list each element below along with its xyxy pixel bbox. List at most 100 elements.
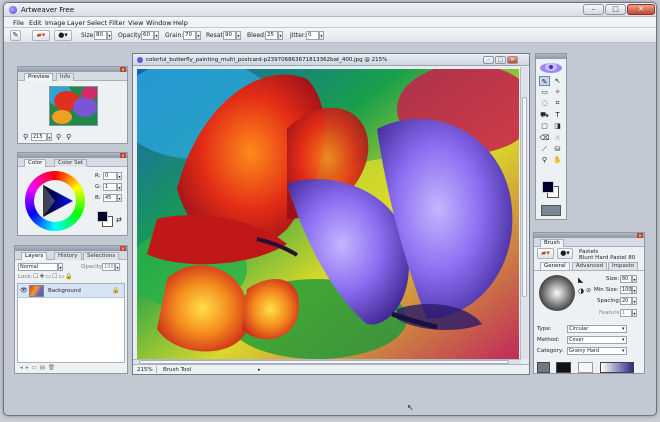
tab-layers[interactable]: Layers	[21, 252, 48, 260]
gradient-tool-icon[interactable]: ◨	[552, 121, 563, 131]
lasso-icon[interactable]: ◌	[539, 98, 550, 108]
tab-selections[interactable]: Selections	[83, 252, 120, 260]
bleed-input[interactable]: 25	[265, 31, 278, 40]
color-preview-swatch[interactable]	[556, 362, 571, 373]
method-dropdown-icon[interactable]: ▾	[622, 337, 625, 343]
menu-help[interactable]: Help	[173, 19, 188, 27]
status-menu-arrow-icon[interactable]: ▸	[258, 367, 261, 373]
brush-size-input[interactable]: 80	[620, 275, 632, 283]
blend-mode-dropdown-icon[interactable]: ▾	[58, 263, 63, 271]
move-tool-icon[interactable]: ↖	[552, 76, 563, 86]
tab-info[interactable]: Info	[56, 73, 75, 81]
preview-zoom-spinner[interactable]: ▾	[47, 133, 52, 141]
blend-mode-select[interactable]: Normal	[18, 263, 58, 271]
title-bar[interactable]: Artweaver Free – □ ✕	[4, 3, 656, 17]
jitter-spinner[interactable]: ▾	[319, 31, 324, 40]
minimize-button[interactable]: –	[583, 4, 604, 15]
category-select[interactable]: Grainy Hard	[567, 347, 627, 355]
brush-circle-icon[interactable]: ◑	[578, 287, 584, 295]
category-dropdown-icon[interactable]: ▾	[622, 348, 625, 354]
feature-input[interactable]: 1	[620, 309, 632, 317]
menu-image[interactable]: Image	[45, 19, 65, 27]
document-title-bar[interactable]: colorful_butterfly_painting_multi_postca…	[133, 54, 529, 66]
text-tool-icon[interactable]: T	[552, 110, 563, 120]
smudge-icon[interactable]: ☝	[552, 133, 563, 143]
quick-mask-icon[interactable]	[541, 205, 561, 216]
magic-wand-icon[interactable]: ✧	[552, 87, 563, 97]
preview-zoom-input[interactable]: 215	[31, 133, 47, 141]
brush-shape-icon[interactable]: ◣	[578, 276, 583, 284]
menu-window[interactable]: Window	[146, 19, 172, 27]
brush-tool-icon[interactable]: ✎	[539, 76, 550, 86]
b-input[interactable]: 45	[103, 194, 117, 202]
lock-options-icons[interactable]: ☐✚▭☐▭🔒	[33, 273, 74, 280]
r-spinner[interactable]: ▾	[117, 172, 122, 180]
grain-input[interactable]: 70	[183, 31, 196, 40]
layer-opacity-spinner[interactable]: ▾	[115, 263, 120, 271]
size-spinner[interactable]: ▾	[107, 31, 112, 40]
tab-preview[interactable]: Preview	[24, 73, 54, 81]
tab-history[interactable]: History	[54, 252, 82, 260]
tab-brush[interactable]: Brush	[540, 239, 564, 247]
eyedropper-icon[interactable]: ⟋	[539, 144, 550, 154]
menu-file[interactable]: File	[13, 19, 24, 27]
menu-select[interactable]: Select	[87, 19, 107, 27]
zoom-tool-icon[interactable]: ⚲	[539, 155, 550, 165]
feature-spinner[interactable]: ▾	[632, 309, 637, 317]
zoom-fit-icon[interactable]: ⚲	[66, 133, 71, 141]
shape-tool-icon[interactable]: ▢	[539, 121, 550, 131]
grain-spinner[interactable]: ▾	[196, 31, 201, 40]
tab-color-set[interactable]: Color Set	[54, 159, 88, 167]
rectangle-select-icon[interactable]: ▭	[539, 87, 550, 97]
brush-shape-picker[interactable]: ●▾	[54, 30, 72, 41]
panel-grip[interactable]	[536, 54, 566, 59]
tab-advanced[interactable]: Advanced	[572, 262, 608, 270]
tools-foreground-swatch[interactable]	[542, 181, 554, 193]
g-spinner[interactable]: ▾	[117, 183, 122, 191]
brush-variant-picker[interactable]: ●▾	[557, 248, 573, 259]
eraser-icon[interactable]: ⌫	[539, 133, 550, 143]
brush-category-picker[interactable]: ▰▾	[537, 248, 554, 259]
opacity-input[interactable]: 60	[141, 31, 154, 40]
maximize-button[interactable]: □	[605, 4, 626, 15]
menu-filter[interactable]: Filter	[109, 19, 125, 27]
bleed-spinner[interactable]: ▾	[278, 31, 283, 40]
document-close-button[interactable]: ✕	[507, 56, 518, 64]
min-size-spinner[interactable]: ▾	[632, 286, 637, 294]
g-input[interactable]: 1	[103, 183, 117, 191]
brush-link-icon[interactable]: ⊘	[586, 287, 591, 294]
tab-general[interactable]: General	[540, 262, 570, 270]
brush-tool-icon[interactable]: ✎	[10, 30, 21, 41]
layer-row[interactable]: 👁 Background 🔒	[18, 284, 124, 298]
brush-preset-picker[interactable]: ▰▾	[32, 30, 50, 41]
gradient-swatch[interactable]	[600, 362, 634, 373]
opacity-spinner[interactable]: ▾	[154, 31, 159, 40]
layer-opacity-input[interactable]: 100	[102, 263, 115, 271]
vertical-scrollbar[interactable]	[520, 67, 528, 359]
jitter-input[interactable]: 0	[306, 31, 319, 40]
pattern-swatch[interactable]	[578, 362, 593, 373]
resat-input[interactable]: 90	[223, 31, 236, 40]
method-select[interactable]: Cover	[567, 336, 627, 344]
foreground-color-swatch[interactable]	[97, 211, 108, 222]
close-button[interactable]: ✕	[627, 4, 655, 15]
type-dropdown-icon[interactable]: ▾	[622, 326, 625, 332]
brush-size-spinner[interactable]: ▾	[632, 275, 637, 283]
menu-edit[interactable]: Edit	[29, 19, 42, 27]
document-maximize-button[interactable]: □	[495, 56, 506, 64]
crop-icon[interactable]: ⌗	[552, 98, 563, 108]
menu-layer[interactable]: Layer	[67, 19, 85, 27]
paper-texture-swatch[interactable]	[537, 362, 550, 373]
min-size-input[interactable]: 100	[620, 286, 632, 294]
layer-actions-icons[interactable]: ◂▸▭▤🗑	[20, 365, 58, 371]
type-select[interactable]: Circular	[567, 325, 627, 333]
resat-spinner[interactable]: ▾	[236, 31, 241, 40]
painting-canvas[interactable]	[137, 69, 519, 359]
clone-stamp-icon[interactable]: ⛟	[539, 110, 550, 120]
tab-impasto[interactable]: Impasto	[608, 262, 639, 270]
layer-visibility-eye-icon[interactable]: 👁	[20, 287, 28, 294]
tab-color[interactable]: Color	[24, 159, 47, 167]
zoom-in-icon[interactable]: ⚲	[56, 133, 61, 141]
zoom-out-magnifier-icon[interactable]: ⚲	[23, 133, 28, 141]
spacing-input[interactable]: 20	[620, 297, 632, 305]
